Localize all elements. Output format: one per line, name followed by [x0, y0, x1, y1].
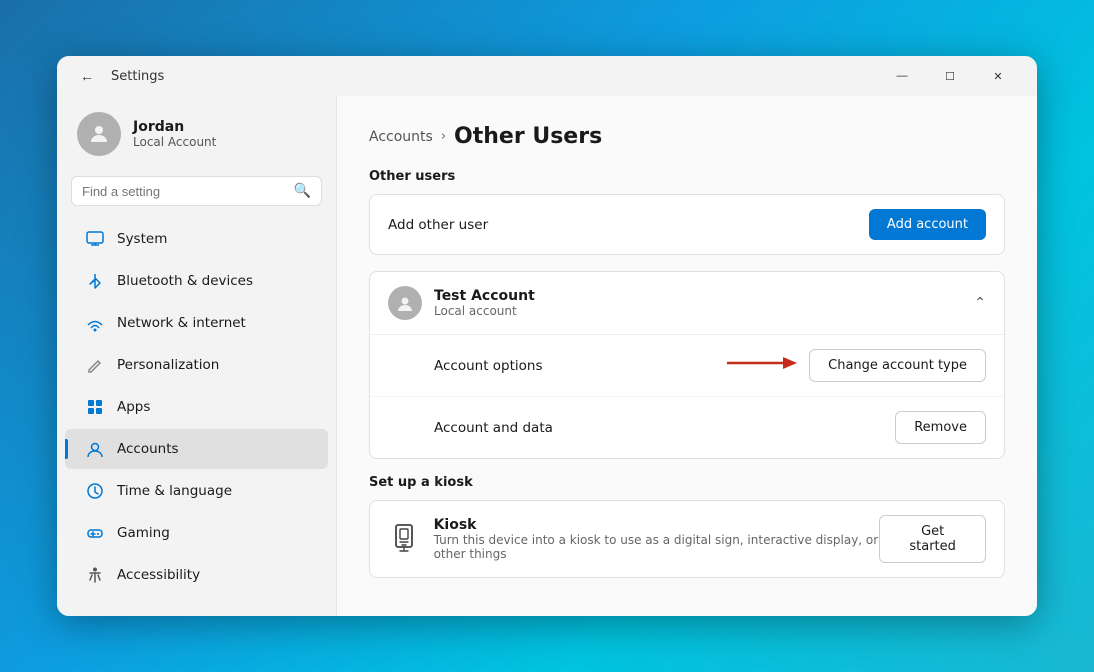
user-type: Local Account [133, 135, 216, 149]
change-account-type-button[interactable]: Change account type [809, 349, 986, 382]
account-data-row: Account and data Remove [370, 397, 1004, 458]
user-section: Jordan Local Account [57, 96, 336, 176]
minimize-button[interactable]: — [879, 60, 925, 92]
account-expanded: Account options Change account type [370, 334, 1004, 458]
nav-time-label: Time & language [117, 483, 232, 499]
nav-system-label: System [117, 231, 167, 247]
nav-network[interactable]: Network & internet [65, 303, 328, 343]
personalization-icon [85, 355, 105, 375]
other-users-label: Other users [369, 169, 1005, 184]
bluetooth-icon [85, 271, 105, 291]
add-user-text: Add other user [388, 217, 488, 233]
user-name: Jordan [133, 119, 216, 135]
breadcrumb: Accounts › Other Users [369, 124, 1005, 149]
search-box[interactable]: 🔍 [71, 176, 322, 206]
kiosk-row: Kiosk Turn this device into a kiosk to u… [370, 501, 1004, 577]
test-account-card: Test Account Local account ⌃ Account opt… [369, 271, 1005, 459]
account-header[interactable]: Test Account Local account ⌃ [370, 272, 1004, 334]
main-layout: Jordan Local Account 🔍 System [57, 96, 1037, 616]
add-user-card: Add other user Add account [369, 194, 1005, 255]
kiosk-card: Kiosk Turn this device into a kiosk to u… [369, 500, 1005, 578]
test-account-avatar [388, 286, 422, 320]
account-info: Test Account Local account [434, 288, 535, 318]
nav-bluetooth[interactable]: Bluetooth & devices [65, 261, 328, 301]
nav-gaming-label: Gaming [117, 525, 170, 541]
user-info: Jordan Local Account [133, 119, 216, 149]
time-icon [85, 481, 105, 501]
search-input[interactable] [82, 184, 286, 199]
titlebar: ← Settings — ☐ ✕ [57, 56, 1037, 96]
test-account-name: Test Account [434, 288, 535, 304]
breadcrumb-arrow: › [441, 129, 446, 144]
kiosk-section-label: Set up a kiosk [369, 475, 1005, 490]
kiosk-icon [388, 522, 420, 556]
account-options-row: Account options Change account type [370, 335, 1004, 397]
remove-button[interactable]: Remove [895, 411, 986, 444]
nav-apps-label: Apps [117, 399, 150, 415]
account-data-label: Account and data [434, 420, 553, 436]
account-options-label: Account options [434, 358, 543, 374]
avatar [77, 112, 121, 156]
titlebar-title: Settings [111, 69, 164, 84]
nav-system[interactable]: System [65, 219, 328, 259]
option-right: Change account type [727, 349, 986, 382]
add-user-row: Add other user Add account [370, 195, 1004, 254]
kiosk-description: Turn this device into a kiosk to use as … [434, 533, 880, 561]
accounts-icon [85, 439, 105, 459]
nav-accessibility-label: Accessibility [117, 567, 200, 583]
search-icon: 🔍 [294, 183, 311, 199]
breadcrumb-current: Other Users [454, 124, 602, 149]
nav-personalization-label: Personalization [117, 357, 219, 373]
titlebar-left: ← Settings [73, 62, 164, 90]
nav-bluetooth-label: Bluetooth & devices [117, 273, 253, 289]
nav-accounts[interactable]: Accounts [65, 429, 328, 469]
arrow-indicator [727, 351, 797, 380]
get-started-button[interactable]: Get started [879, 515, 986, 563]
settings-window: ← Settings — ☐ ✕ Jordan Local Account [57, 56, 1037, 616]
system-icon [85, 229, 105, 249]
sidebar: Jordan Local Account 🔍 System [57, 96, 337, 616]
chevron-up-icon: ⌃ [974, 295, 986, 311]
nav-network-label: Network & internet [117, 315, 246, 331]
nav-accounts-label: Accounts [117, 441, 179, 457]
nav-personalization[interactable]: Personalization [65, 345, 328, 385]
accessibility-icon [85, 565, 105, 585]
apps-icon [85, 397, 105, 417]
nav-time[interactable]: Time & language [65, 471, 328, 511]
content-area: Accounts › Other Users Other users Add o… [337, 96, 1037, 616]
nav-gaming[interactable]: Gaming [65, 513, 328, 553]
close-button[interactable]: ✕ [975, 60, 1021, 92]
kiosk-title: Kiosk [434, 517, 880, 533]
maximize-button[interactable]: ☐ [927, 60, 973, 92]
test-account-type: Local account [434, 304, 535, 318]
back-button[interactable]: ← [73, 62, 101, 90]
gaming-icon [85, 523, 105, 543]
breadcrumb-parent[interactable]: Accounts [369, 129, 433, 145]
nav-apps[interactable]: Apps [65, 387, 328, 427]
kiosk-info: Kiosk Turn this device into a kiosk to u… [434, 517, 880, 561]
network-icon [85, 313, 105, 333]
add-account-button[interactable]: Add account [869, 209, 986, 240]
nav-accessibility[interactable]: Accessibility [65, 555, 328, 595]
window-controls: — ☐ ✕ [879, 60, 1021, 92]
account-header-left: Test Account Local account [388, 286, 535, 320]
kiosk-left: Kiosk Turn this device into a kiosk to u… [388, 517, 879, 561]
